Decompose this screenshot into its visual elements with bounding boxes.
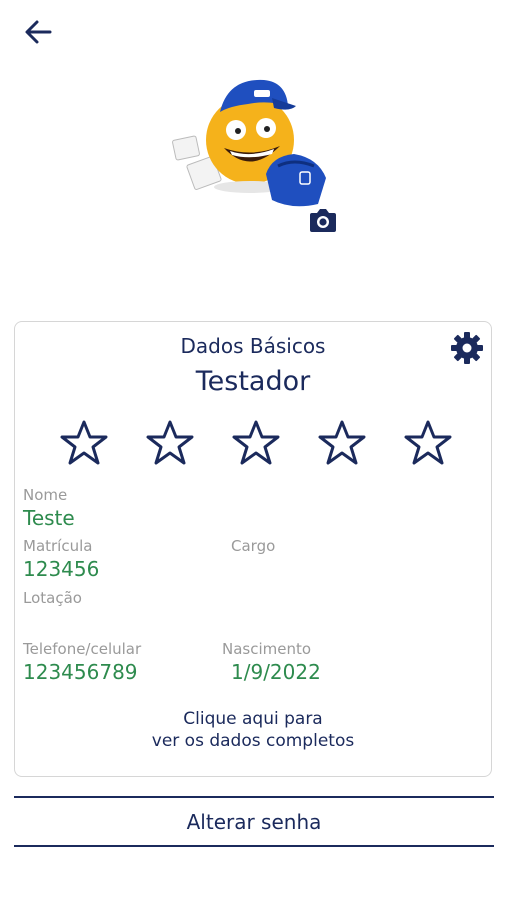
- nascimento-value: 1/9/2022: [231, 660, 321, 684]
- telefone-value: 123456789: [23, 660, 138, 684]
- mail-bag-icon: [266, 154, 326, 207]
- change-photo-button[interactable]: [308, 206, 338, 234]
- arrow-left-icon: [25, 20, 52, 44]
- gear-icon: [451, 332, 483, 364]
- user-display-name: Testador: [195, 366, 311, 397]
- star-icon-4[interactable]: [317, 418, 367, 468]
- full-data-link[interactable]: Clique aqui para ver os dados completos: [15, 708, 491, 752]
- camera-icon: [310, 209, 336, 232]
- star-icon-5[interactable]: [403, 418, 453, 468]
- nome-label: Nome: [23, 486, 68, 504]
- star-icon-2[interactable]: [145, 418, 195, 468]
- cargo-label: Cargo: [231, 537, 276, 555]
- full-data-link-line1[interactable]: Clique aqui para: [15, 708, 491, 730]
- divider-bottom: [14, 845, 494, 847]
- rating-stars[interactable]: [55, 418, 455, 470]
- nome-value: Teste: [23, 506, 75, 530]
- basic-data-card: Dados Básicos Testador Nome Teste Matríc…: [14, 321, 492, 777]
- telefone-label: Telefone/celular: [23, 640, 142, 658]
- lotacao-label: Lotação: [23, 589, 82, 607]
- card-title: Dados Básicos: [180, 334, 326, 358]
- settings-button[interactable]: [449, 330, 485, 366]
- nascimento-label: Nascimento: [222, 640, 312, 658]
- star-icon-1[interactable]: [59, 418, 109, 468]
- divider-top: [14, 796, 494, 798]
- star-icon-3[interactable]: [231, 418, 281, 468]
- matricula-value: 123456: [23, 557, 100, 581]
- change-password-button[interactable]: Alterar senha: [14, 800, 494, 844]
- matricula-label: Matrícula: [23, 537, 93, 555]
- back-button[interactable]: [20, 14, 56, 50]
- full-data-link-line2[interactable]: ver os dados completos: [15, 730, 491, 752]
